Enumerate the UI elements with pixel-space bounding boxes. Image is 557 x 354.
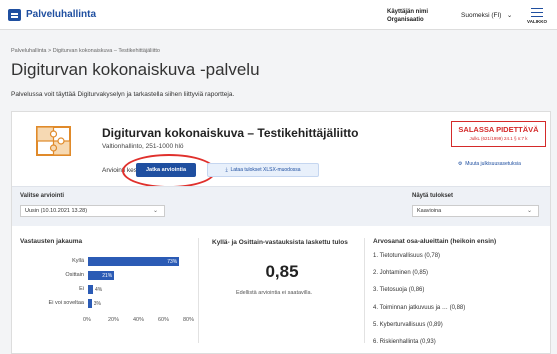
app-title[interactable]: Palveluhallinta	[26, 9, 96, 20]
show-results-label: Näytä tulokset	[412, 193, 454, 199]
language-selector[interactable]: Suomeksi (FI) ⌄	[461, 11, 512, 19]
bar-category-label: Kyllä	[72, 258, 84, 264]
show-results-select[interactable]: Kaavioina ⌄	[412, 205, 539, 217]
scores-title: Arvosanat osa-alueittain (heikoin ensin)	[373, 238, 497, 245]
list-item: 6. Riskienhallinta (0,93)	[373, 338, 436, 345]
app-logo-icon	[8, 9, 21, 21]
menu-label: VALIKKO	[527, 19, 547, 24]
axis-tick-label: 20%	[108, 317, 120, 323]
bar-value-label: 21%	[102, 272, 113, 279]
bar	[88, 285, 93, 294]
service-card: Digiturvan kokonaiskuva – Testikehittäjä…	[11, 111, 551, 354]
show-results-value: Kaavioina	[417, 208, 442, 214]
answers-distribution-title: Vastausten jakauma	[20, 238, 83, 245]
axis-tick-label: 0%	[83, 317, 91, 323]
evaluation-select[interactable]: Uusin (10.10.2021 13.28) ⌄	[20, 205, 165, 217]
confidential-law-reference: JulkL (621/1999) 24.1 § n:7 k	[469, 136, 528, 141]
service-subtitle: Valtionhallinto, 251-1000 hlö	[102, 143, 184, 150]
axis-tick-label: 40%	[133, 317, 145, 323]
bar	[88, 299, 92, 308]
scores-list: 1. Tietoturvallisuus (0,78) 2. Johtamine…	[373, 253, 465, 354]
visibility-settings-link[interactable]: ⚙ Muuta julkisuusasetuksia	[458, 161, 521, 167]
page-title: Digiturvan kokonaiskuva -palvelu	[11, 60, 260, 79]
download-xlsx-button[interactable]: ⤓ Lataa tulokset XLSX-muodossa	[207, 163, 319, 177]
language-label: Suomeksi (FI)	[461, 12, 502, 19]
confidential-stamp: SALASSA PIDETTÄVÄ JulkL (621/1999) 24.1 …	[451, 121, 546, 147]
puzzle-icon	[36, 126, 71, 156]
divider	[198, 238, 199, 343]
result-value: 0,85	[265, 262, 299, 281]
organization-name: Organisaatio	[387, 17, 424, 23]
hamburger-icon	[531, 8, 543, 17]
list-item: 2. Johtaminen (0,85)	[373, 270, 429, 277]
chevron-down-icon: ⌄	[526, 208, 532, 214]
list-item: 5. Kyberturvallisuus (0,89)	[373, 321, 443, 328]
user-info[interactable]: Käyttäjän nimi Organisaatio	[387, 8, 428, 24]
axis-tick-label: 60%	[158, 317, 170, 323]
page-description: Palvelussa voit täyttää Digiturvakyselyn…	[11, 91, 235, 98]
chevron-down-icon: ⌄	[503, 12, 513, 19]
breadcrumb[interactable]: Palveluhallinta > Digiturvan kokonaiskuv…	[11, 48, 160, 54]
list-item: 4. Toiminnan jatkuvuus ja … (0,88)	[373, 304, 466, 311]
visibility-link-label: Muuta julkisuusasetuksia	[465, 161, 521, 167]
result-note: Edellistä arviointia ei saatavilla.	[235, 290, 313, 296]
filter-bar: Valitse arviointi Uusin (10.10.2021 13.2…	[12, 186, 550, 226]
download-icon: ⤓	[225, 167, 228, 173]
divider	[364, 238, 365, 343]
bar-category-label: Ei voi soveltaa	[48, 300, 84, 306]
result-title: Kyllä- ja Osittain-vastauksista laskettu…	[212, 239, 348, 246]
chevron-down-icon: ⌄	[152, 208, 158, 214]
confidential-title: SALASSA PIDETTÄVÄ	[458, 125, 539, 134]
list-item: 3. Tietosuoja (0,86)	[373, 287, 425, 294]
select-evaluation-label: Valitse arviointi	[20, 193, 65, 199]
continue-evaluation-button[interactable]: Jatka arviointia	[136, 163, 196, 177]
top-bar: Palveluhallinta Käyttäjän nimi Organisaa…	[0, 0, 557, 30]
bar-category-label: Osittain	[65, 272, 84, 278]
axis-tick-label: 80%	[183, 317, 195, 323]
list-item: 1. Tietoturvallisuus (0,78)	[373, 253, 441, 259]
evaluation-select-value: Uusin (10.10.2021 13.28)	[25, 208, 88, 214]
service-name: Digiturvan kokonaiskuva – Testikehittäjä…	[102, 126, 359, 140]
bar-value-label: 73%	[167, 258, 178, 265]
bar-value-label: 3%	[93, 300, 101, 307]
download-label: Lataa tulokset XLSX-muodossa	[230, 167, 301, 173]
bar-category-label: Ei	[79, 286, 84, 292]
menu-button[interactable]: VALIKKO	[522, 6, 552, 26]
user-name: Käyttäjän nimi	[387, 9, 429, 15]
gear-icon: ⚙	[458, 161, 463, 167]
bar-value-label: 4%	[95, 286, 103, 293]
